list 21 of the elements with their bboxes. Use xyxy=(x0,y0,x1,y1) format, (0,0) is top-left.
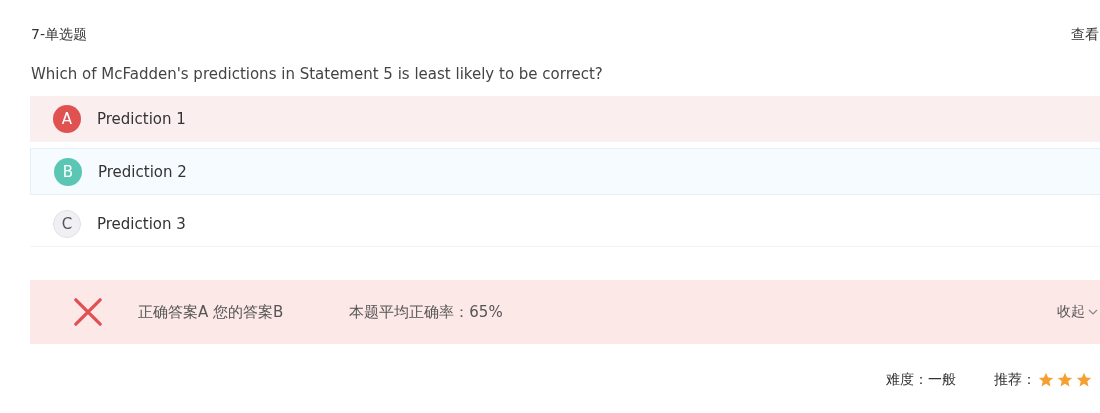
view-link[interactable]: 查看 xyxy=(1071,26,1099,44)
average-accuracy: 本题平均正确率：65% xyxy=(349,302,503,322)
question-type: 7-单选题 xyxy=(31,26,87,44)
answer-option[interactable]: C Prediction 3 xyxy=(30,201,1100,247)
recommend-label: 推荐： xyxy=(994,371,1036,389)
option-letter: B xyxy=(54,157,82,186)
star-icon xyxy=(1076,372,1092,388)
option-text: Prediction 3 xyxy=(97,214,186,233)
difficulty-label: 难度：一般 xyxy=(886,371,956,389)
answer-option[interactable]: A Prediction 1 xyxy=(30,96,1100,142)
collapse-link[interactable]: 收起 xyxy=(1057,303,1085,321)
answer-option[interactable]: B Prediction 2 xyxy=(30,148,1100,195)
option-letter: C xyxy=(53,209,81,238)
caret-icon xyxy=(1088,309,1098,315)
option-text: Prediction 1 xyxy=(97,109,186,128)
option-text: Prediction 2 xyxy=(98,162,187,181)
answer-summary: 正确答案A 您的答案B xyxy=(138,302,284,322)
star-icon xyxy=(1038,372,1054,388)
option-letter: A xyxy=(53,104,81,133)
question-text: Which of McFadden's predictions in Statement 5 is least likely to be correct? xyxy=(30,64,604,85)
star-icon xyxy=(1057,372,1073,388)
